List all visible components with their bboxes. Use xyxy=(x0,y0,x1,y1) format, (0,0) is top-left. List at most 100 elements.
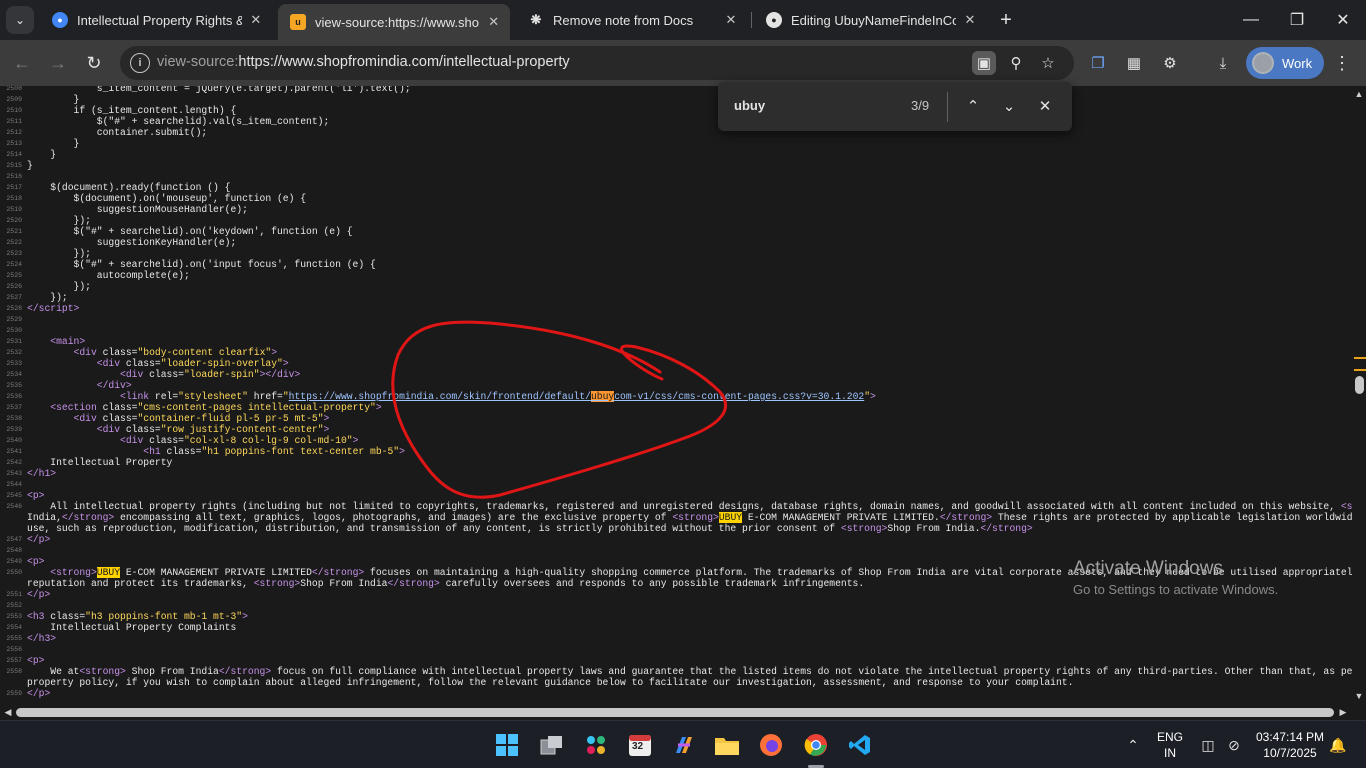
find-input[interactable] xyxy=(734,98,894,113)
show-hidden-icons-button[interactable]: ⌃ xyxy=(1123,735,1143,755)
forward-button[interactable]: → xyxy=(45,50,71,76)
close-window-button[interactable]: ✕ xyxy=(1320,0,1366,40)
source-line: 2547 </p> xyxy=(0,534,1352,545)
line-number: 2512 xyxy=(6,129,22,136)
tab-search-button[interactable]: ⌄ xyxy=(6,6,34,34)
volume-muted-icon[interactable]: ⊘ xyxy=(1224,735,1244,755)
find-close-button[interactable]: ✕ xyxy=(1033,94,1057,118)
task-view-button[interactable] xyxy=(536,729,568,761)
reload-button[interactable]: ↻ xyxy=(81,50,107,76)
back-button[interactable]: ← xyxy=(9,50,35,76)
language-indicator[interactable]: ENG IN xyxy=(1153,729,1187,761)
maximize-button[interactable]: ❐ xyxy=(1274,0,1320,40)
source-line: 2543 </h1> xyxy=(0,468,1352,479)
scroll-thumb[interactable] xyxy=(16,708,1334,717)
source-line: 2524 $("#" + searchelid).on('input focus… xyxy=(0,259,1352,270)
address-url[interactable]: view-source:https://www.shopfromindia.co… xyxy=(157,54,570,70)
close-icon[interactable]: ✕ xyxy=(485,13,502,31)
close-icon: ✕ xyxy=(1336,12,1350,29)
chrome-app[interactable] xyxy=(800,729,832,761)
scroll-left-arrow-icon[interactable]: ◀ xyxy=(3,707,13,717)
line-code: <main> xyxy=(50,336,86,347)
source-line: 2542 Intellectual Property xyxy=(0,457,1352,468)
source-line: 2529 xyxy=(0,314,1352,325)
close-icon[interactable]: ✕ xyxy=(722,11,740,29)
source-line: 2525 autocomplete(e); xyxy=(0,270,1352,281)
plus-icon: + xyxy=(1000,8,1012,31)
new-tab-button[interactable]: + xyxy=(994,8,1018,32)
notifications-button[interactable]: 🔔 xyxy=(1328,735,1348,755)
source-line: 2532 <div class="body-content clearfix"> xyxy=(0,347,1352,358)
scroll-down-arrow-icon[interactable]: ▼ xyxy=(1354,691,1364,701)
tab-strip: ⌄ ● Intellectual Property Rights & U ✕ u… xyxy=(0,0,1366,40)
clock[interactable]: 03:47:14 PM 10/7/2025 xyxy=(1250,729,1330,761)
line-code: We at<strong> Shop From India</strong> f… xyxy=(27,666,1352,677)
line-code: </p> xyxy=(27,688,51,699)
address-bar[interactable]: i view-source:https://www.shopfromindia.… xyxy=(120,46,1074,80)
tab-remove-note[interactable]: ❋ Remove note from Docs ✕ xyxy=(516,4,748,36)
downloads-button[interactable]: ⤓ xyxy=(1211,51,1235,75)
line-code: <p> xyxy=(27,490,45,501)
copilot-icon xyxy=(676,737,692,753)
tab-intellectual-property[interactable]: ● Intellectual Property Rights & U ✕ xyxy=(40,4,272,36)
source-line: 2557 <p> xyxy=(0,655,1352,666)
find-in-page-button[interactable]: ▣ xyxy=(972,51,996,75)
network-status-icon[interactable]: ◫ xyxy=(1198,735,1218,755)
zoom-button[interactable]: ⚲ xyxy=(1004,51,1028,75)
chrome-icon xyxy=(804,734,827,756)
line-code: reputation and protect its trademarks, <… xyxy=(27,578,865,589)
line-code: property policy, if you wish to complain… xyxy=(27,677,1074,688)
line-number: 2520 xyxy=(6,217,22,224)
vertical-scrollbar[interactable]: ▲ ▼ xyxy=(1352,86,1366,704)
clock-time: 03:47:14 PM xyxy=(1255,730,1325,744)
taskbar: 32 ⌃ ENG IN ◫ ⊘ 03:47:14 PM 10/7/2025 🔔 xyxy=(0,720,1366,768)
download-icon: ⤓ xyxy=(1219,54,1227,72)
find-previous-button[interactable]: ⌃ xyxy=(961,94,985,118)
scroll-thumb[interactable] xyxy=(1355,376,1364,394)
line-code: use, such as reproduction, modification,… xyxy=(27,523,1033,534)
slack-app[interactable] xyxy=(580,729,612,761)
close-icon[interactable]: ✕ xyxy=(962,11,978,29)
vscode-app[interactable] xyxy=(844,729,876,761)
copilot-app[interactable] xyxy=(668,729,700,761)
bookmark-extension-button[interactable]: ▦ xyxy=(1122,51,1146,75)
start-button[interactable] xyxy=(491,729,523,761)
source-line: 2518 $(document).on('mouseup', function … xyxy=(0,193,1352,204)
file-explorer-app[interactable] xyxy=(711,729,743,761)
copy-extension-button[interactable]: ❐ xyxy=(1086,51,1110,75)
profile-button[interactable]: Work xyxy=(1246,47,1324,79)
source-line: 2510 if (s_item_content.length) { xyxy=(0,105,1352,116)
source-line: 2559 </p> xyxy=(0,688,1352,699)
bookmark-button[interactable]: ☆ xyxy=(1036,51,1060,75)
find-next-button[interactable]: ⌄ xyxy=(997,94,1021,118)
close-icon[interactable]: ✕ xyxy=(248,11,264,29)
horizontal-scrollbar[interactable]: ◀ ▶ xyxy=(0,704,1366,720)
address-value: https://www.shopfromindia.com/intellectu… xyxy=(238,54,570,70)
line-number: 2510 xyxy=(6,107,22,114)
line-number: 2530 xyxy=(6,327,22,334)
line-code: }); xyxy=(27,292,68,303)
source-line: 2539 <div class="row justify-content-cen… xyxy=(0,424,1352,435)
line-code: <h1 class="h1 poppins-font text-center m… xyxy=(143,446,405,457)
calendar-app[interactable]: 32 xyxy=(624,729,656,761)
source-view[interactable]: 2508 s_item_content = jQuery(e.target).p… xyxy=(0,86,1352,704)
line-code: } xyxy=(27,149,57,160)
line-code: Intellectual Property xyxy=(27,457,173,468)
source-line: 2548 xyxy=(0,545,1352,556)
extensions-button[interactable]: ⚙ xyxy=(1158,51,1182,75)
tab-view-source[interactable]: u view-source:https://www.shopfr ✕ xyxy=(278,4,510,40)
line-number: 2508 xyxy=(6,86,22,92)
tab-github-editing[interactable]: ● Editing UbuyNameFindeInCode ✕ xyxy=(754,4,986,36)
scroll-up-arrow-icon[interactable]: ▲ xyxy=(1354,89,1364,99)
more-vertical-icon: ⋮ xyxy=(1333,52,1351,73)
tab-title: Intellectual Property Rights & U xyxy=(77,12,242,28)
source-line: 2527 }); xyxy=(0,292,1352,303)
line-code: </p> xyxy=(27,589,51,600)
browser-menu-button[interactable]: ⋮ xyxy=(1330,51,1354,75)
firefox-app[interactable] xyxy=(755,729,787,761)
line-code: <div class="loader-spin-overlay"> xyxy=(96,358,289,369)
site-info-icon[interactable]: i xyxy=(130,53,150,73)
minimize-button[interactable]: — xyxy=(1228,0,1274,40)
source-line: 2530 xyxy=(0,325,1352,336)
scroll-right-arrow-icon[interactable]: ▶ xyxy=(1338,707,1348,717)
